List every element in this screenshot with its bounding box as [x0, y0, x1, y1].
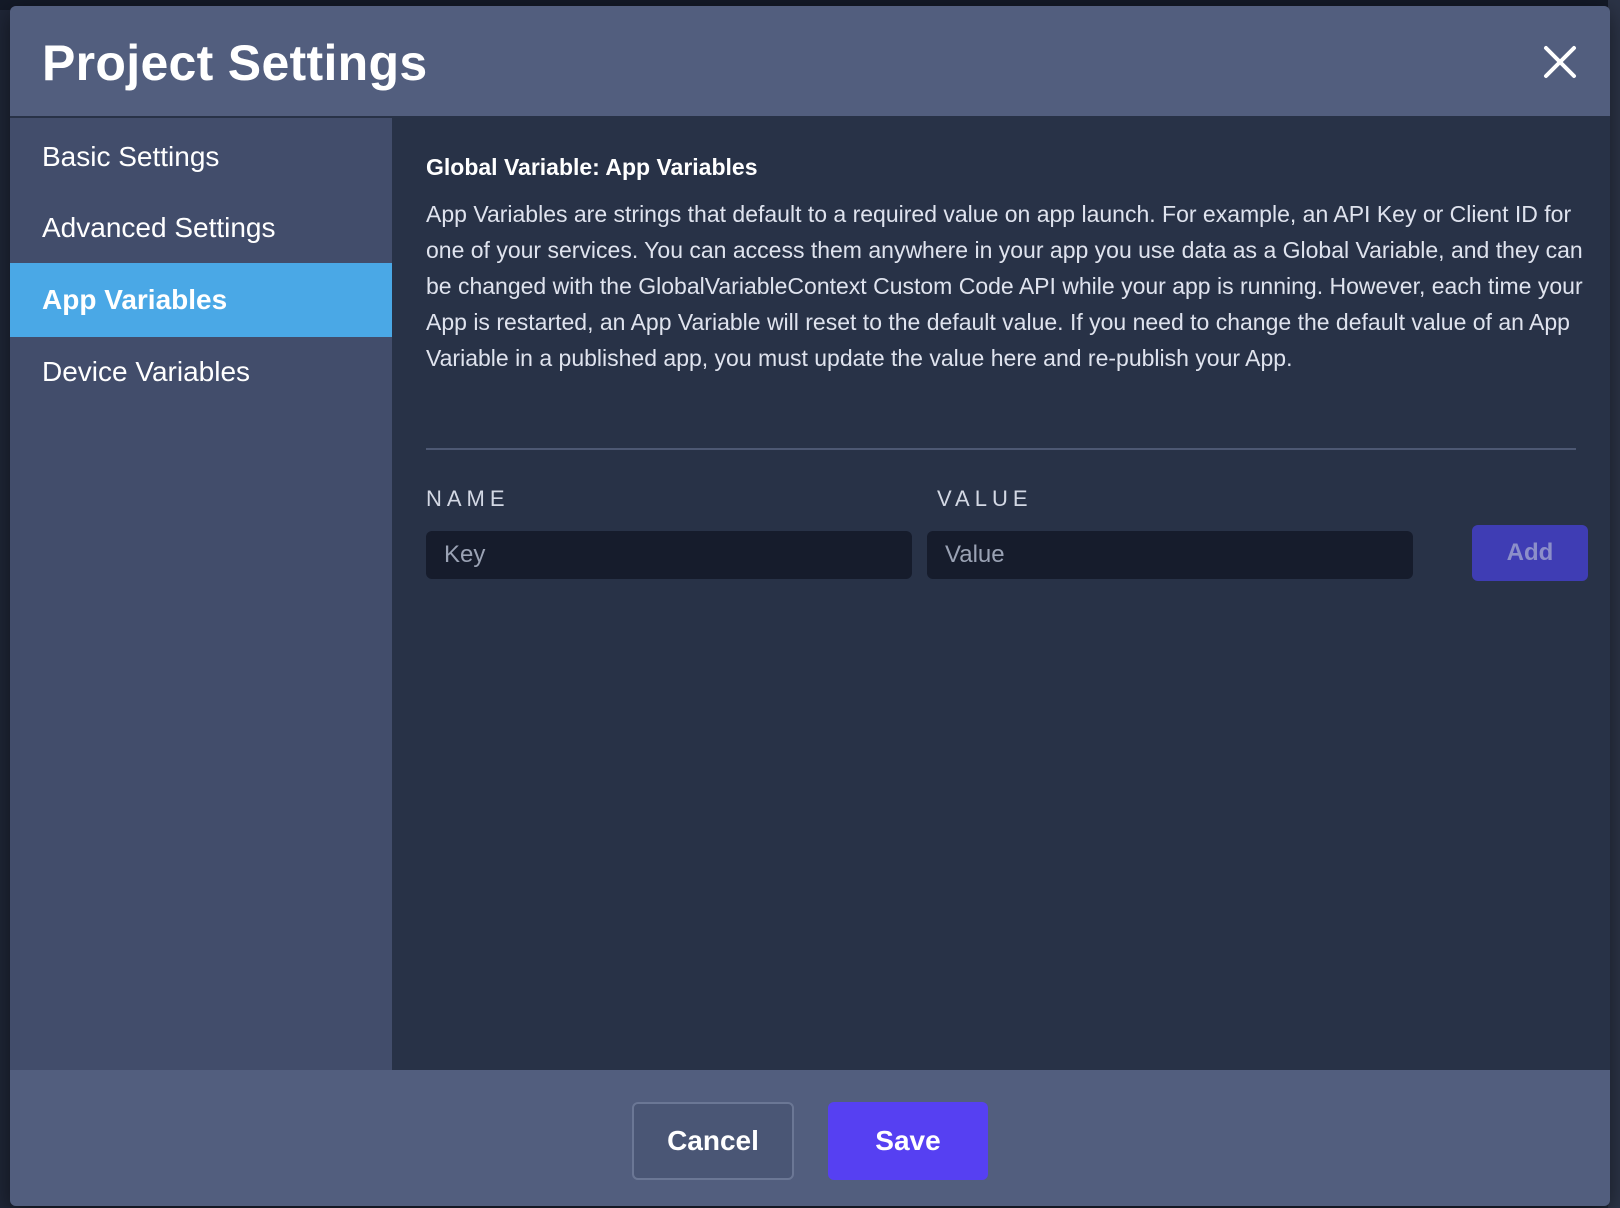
variable-name-input[interactable]: [426, 531, 912, 579]
add-variable-button[interactable]: Add: [1472, 525, 1588, 581]
sidebar-item-advanced-settings[interactable]: Advanced Settings: [10, 191, 392, 265]
section-description: App Variables are strings that default t…: [426, 201, 1583, 371]
settings-sidebar: Basic Settings Advanced Settings App Var…: [10, 118, 392, 1070]
name-column-label: NAME: [426, 486, 510, 511]
dialog-footer: Cancel Save: [10, 1070, 1610, 1206]
dialog-header: Project Settings: [10, 6, 1610, 116]
close-icon: [1544, 46, 1576, 78]
variable-value-input[interactable]: [927, 531, 1413, 579]
sidebar-item-basic-settings[interactable]: Basic Settings: [10, 120, 392, 194]
section-title: Global Variable: App Variables: [426, 154, 758, 180]
sidebar-item-app-variables[interactable]: App Variables: [10, 263, 392, 337]
save-button[interactable]: Save: [828, 1102, 988, 1180]
close-button[interactable]: [1538, 40, 1582, 84]
dialog-title: Project Settings: [42, 35, 428, 91]
value-column-label: VALUE: [937, 486, 1033, 511]
settings-content: Global Variable: App Variables App Varia…: [392, 118, 1610, 1070]
cancel-button[interactable]: Cancel: [632, 1102, 794, 1180]
section-divider: [426, 448, 1576, 450]
project-settings-dialog: Project Settings Basic Settings Advanced…: [10, 6, 1610, 1206]
sidebar-item-device-variables[interactable]: Device Variables: [10, 335, 392, 409]
